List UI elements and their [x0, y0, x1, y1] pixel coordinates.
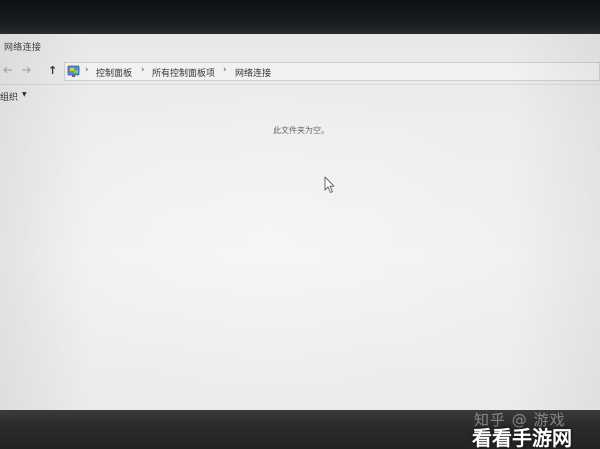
empty-folder-message: 此文件夹为空。: [273, 126, 329, 135]
breadcrumb-separator: ›: [141, 65, 145, 75]
monitor-top-bezel: [0, 0, 600, 36]
title-bar: 网络连接: [0, 34, 600, 60]
breadcrumb-separator: ›: [223, 65, 227, 75]
chevron-down-icon[interactable]: ▼: [22, 91, 27, 98]
breadcrumb-separator: ›: [85, 65, 89, 75]
photo-of-monitor: 网络连接 ↑ › 控制面板 › 所有控制面板项 › 网络连接 组织 ▼ 此文件夹…: [0, 0, 600, 449]
arrow-left-icon: [3, 66, 12, 74]
file-list-area[interactable]: 此文件夹为空。: [0, 108, 600, 412]
mouse-pointer-icon: [324, 176, 335, 193]
breadcrumb-control-panel[interactable]: 控制面板: [96, 66, 132, 79]
up-button[interactable]: ↑: [48, 64, 57, 78]
command-bar: 组织 ▼: [0, 85, 600, 107]
forward-button[interactable]: [20, 64, 32, 80]
back-button[interactable]: [2, 64, 14, 80]
control-panel-icon: [67, 65, 80, 77]
watermark-logo-text: 看看手游网: [472, 426, 572, 449]
explorer-window: 网络连接 ↑ › 控制面板 › 所有控制面板项 › 网络连接 组织 ▼ 此文件夹…: [0, 34, 600, 412]
arrow-right-icon: [22, 66, 31, 74]
breadcrumb-network-connections[interactable]: 网络连接: [235, 66, 271, 79]
navigation-row: ↑ › 控制面板 › 所有控制面板项 › 网络连接: [0, 60, 600, 85]
arrow-up-icon: ↑: [48, 64, 58, 77]
window-title: 网络连接: [4, 43, 42, 53]
breadcrumb-all-control-panel-items[interactable]: 所有控制面板项: [152, 66, 215, 79]
address-bar[interactable]: › 控制面板 › 所有控制面板项 › 网络连接: [64, 62, 600, 81]
organize-menu-button[interactable]: 组织: [0, 90, 18, 103]
